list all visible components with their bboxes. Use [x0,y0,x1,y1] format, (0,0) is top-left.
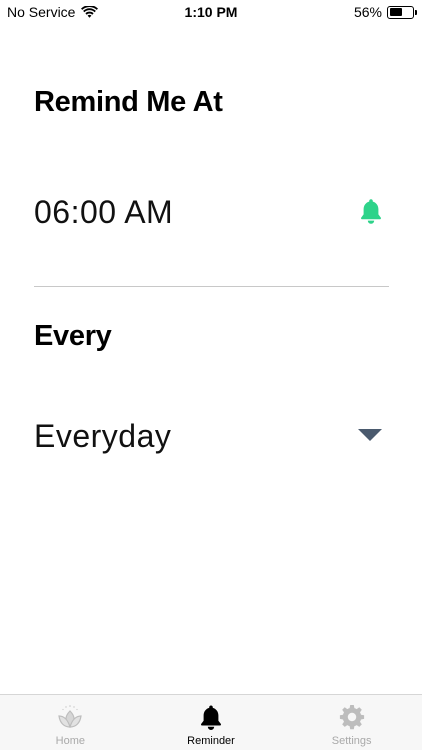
every-title: Every [34,320,112,352]
status-bar: No Service 1:10 PM 56% [0,0,422,24]
lotus-icon [58,705,83,728]
remind-me-at-title: Remind Me At [34,86,223,118]
tab-home-label: Home [55,735,85,747]
bell-icon [200,705,222,730]
tab-settings[interactable]: Settings [281,695,422,750]
reminder-time[interactable]: 06:00 AM [34,194,173,231]
carrier-label: No Service [7,4,76,20]
tab-reminder[interactable]: Reminder [141,695,282,750]
tab-settings-label: Settings [331,735,372,747]
battery-fill [389,8,402,16]
section-divider [34,286,389,287]
triangle-down-icon[interactable] [357,427,383,443]
frequency-value[interactable]: Everyday [34,418,171,455]
tab-bar: Home Reminder Settings [0,694,422,750]
gear-icon [339,705,364,730]
status-left: No Service [7,4,99,20]
battery-percent: 56% [353,4,382,20]
battery-icon [387,5,417,19]
wifi-icon [81,5,99,18]
tab-home[interactable]: Home [0,695,141,750]
tab-reminder-label: Reminder [187,735,235,747]
status-right: 56% [353,4,417,20]
bell-icon[interactable] [358,197,384,225]
reminder-screen: No Service 1:10 PM 56% Remind Me At 06:0… [0,0,422,750]
